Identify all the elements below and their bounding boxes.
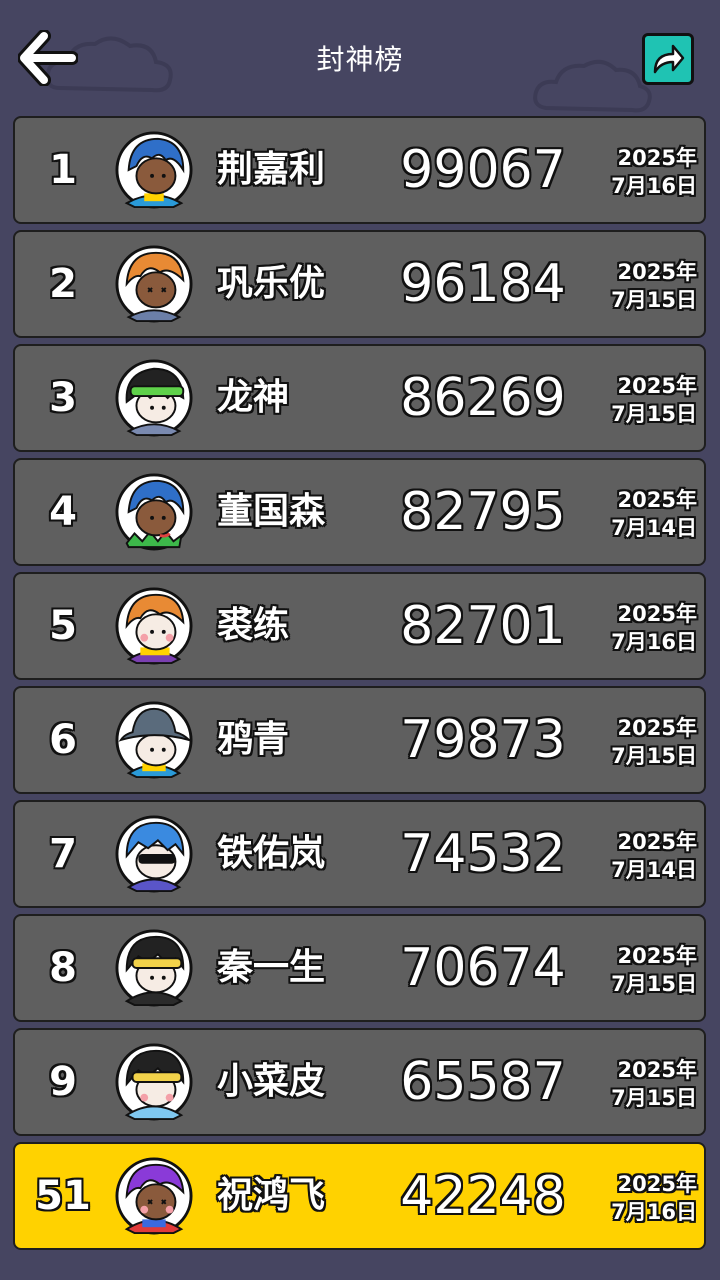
leaderboard-row[interactable]: 4 董国森 82795 2025年 7月14日 [13,458,706,566]
record-date: 2025年 7月14日 [587,486,697,542]
rank-number: 8 [49,945,77,991]
record-year: 2025年 [617,1172,697,1196]
player-name: 鸦青 [217,719,290,760]
leaderboard-list: 1 荆嘉利 99067 2025年 7月16日 2 巩乐优 96184 2025 [13,116,706,1256]
rank-number: 4 [49,489,77,535]
record-day: 7月16日 [611,1200,697,1224]
my-rank-row[interactable]: 51 祝鸿飞 42248 2025年 7月16日 [13,1142,706,1250]
share-arrow-icon [653,44,685,74]
leaderboard-row[interactable]: 6 鸦青 79873 2025年 7月15日 [13,686,706,794]
player-name: 董国森 [217,491,326,532]
record-year: 2025年 [617,146,697,170]
record-day: 7月14日 [611,516,697,540]
record-day: 7月15日 [611,402,697,426]
rank-number: 7 [49,831,77,877]
leaderboard-row[interactable]: 1 荆嘉利 99067 2025年 7月16日 [13,116,706,224]
record-day: 7月16日 [611,174,697,198]
avatar-icon [115,1043,193,1121]
avatar-icon [115,131,193,209]
player-score: 82701 [400,596,566,656]
record-date: 2025年 7月15日 [587,942,697,998]
rank-number: 3 [49,375,77,421]
leaderboard-row[interactable]: 5 裘练 82701 2025年 7月16日 [13,572,706,680]
player-name: 小菜皮 [217,1061,326,1102]
player-name: 裘练 [217,605,290,646]
avatar-icon [115,701,193,779]
avatar-icon [115,1157,193,1235]
player-score: 99067 [400,140,566,200]
leaderboard-row[interactable]: 9 小菜皮 65587 2025年 7月15日 [13,1028,706,1136]
record-date: 2025年 7月16日 [587,1170,697,1226]
record-day: 7月15日 [611,744,697,768]
rank-number: 1 [49,147,77,193]
avatar-icon [115,245,193,323]
player-score: 82795 [400,482,566,542]
record-date: 2025年 7月15日 [587,372,697,428]
player-score: 42248 [400,1166,566,1226]
player-score: 79873 [400,710,566,770]
player-score: 70674 [400,938,566,998]
record-day: 7月16日 [611,630,697,654]
leaderboard-row[interactable]: 2 巩乐优 96184 2025年 7月15日 [13,230,706,338]
record-date: 2025年 7月15日 [587,1056,697,1112]
player-name: 荆嘉利 [217,149,326,190]
rank-number: 6 [49,717,77,763]
player-name: 铁佑岚 [217,833,326,874]
record-date: 2025年 7月16日 [587,600,697,656]
page-title: 封神榜 [316,43,404,76]
avatar-icon [115,359,193,437]
record-date: 2025年 7月15日 [587,714,697,770]
share-button[interactable] [642,33,694,85]
avatar-icon [115,473,193,551]
record-day: 7月14日 [611,858,697,882]
rank-number: 9 [49,1059,77,1105]
header-bar: 封神榜 [0,0,720,116]
rank-number: 5 [49,603,77,649]
record-year: 2025年 [617,602,697,626]
player-name: 祝鸿飞 [217,1175,326,1216]
record-year: 2025年 [617,260,697,284]
avatar-icon [115,587,193,665]
player-score: 96184 [400,254,566,314]
leaderboard-row[interactable]: 3 龙神 86269 2025年 7月15日 [13,344,706,452]
rank-number: 51 [35,1173,91,1219]
record-day: 7月15日 [611,1086,697,1110]
avatar-icon [115,929,193,1007]
record-year: 2025年 [617,716,697,740]
record-year: 2025年 [617,374,697,398]
record-date: 2025年 7月15日 [587,258,697,314]
player-name: 龙神 [217,377,290,418]
record-year: 2025年 [617,944,697,968]
leaderboard-row[interactable]: 7 铁佑岚 74532 2025年 7月14日 [13,800,706,908]
record-year: 2025年 [617,488,697,512]
record-date: 2025年 7月14日 [587,828,697,884]
player-name: 巩乐优 [217,263,326,304]
player-score: 86269 [400,368,566,428]
record-year: 2025年 [617,830,697,854]
record-year: 2025年 [617,1058,697,1082]
avatar-icon [115,815,193,893]
record-day: 7月15日 [611,972,697,996]
leaderboard-row[interactable]: 8 秦一生 70674 2025年 7月15日 [13,914,706,1022]
record-date: 2025年 7月16日 [587,144,697,200]
rank-number: 2 [49,261,77,307]
record-day: 7月15日 [611,288,697,312]
player-score: 65587 [400,1052,566,1112]
player-score: 74532 [400,824,566,884]
player-name: 秦一生 [217,947,326,988]
